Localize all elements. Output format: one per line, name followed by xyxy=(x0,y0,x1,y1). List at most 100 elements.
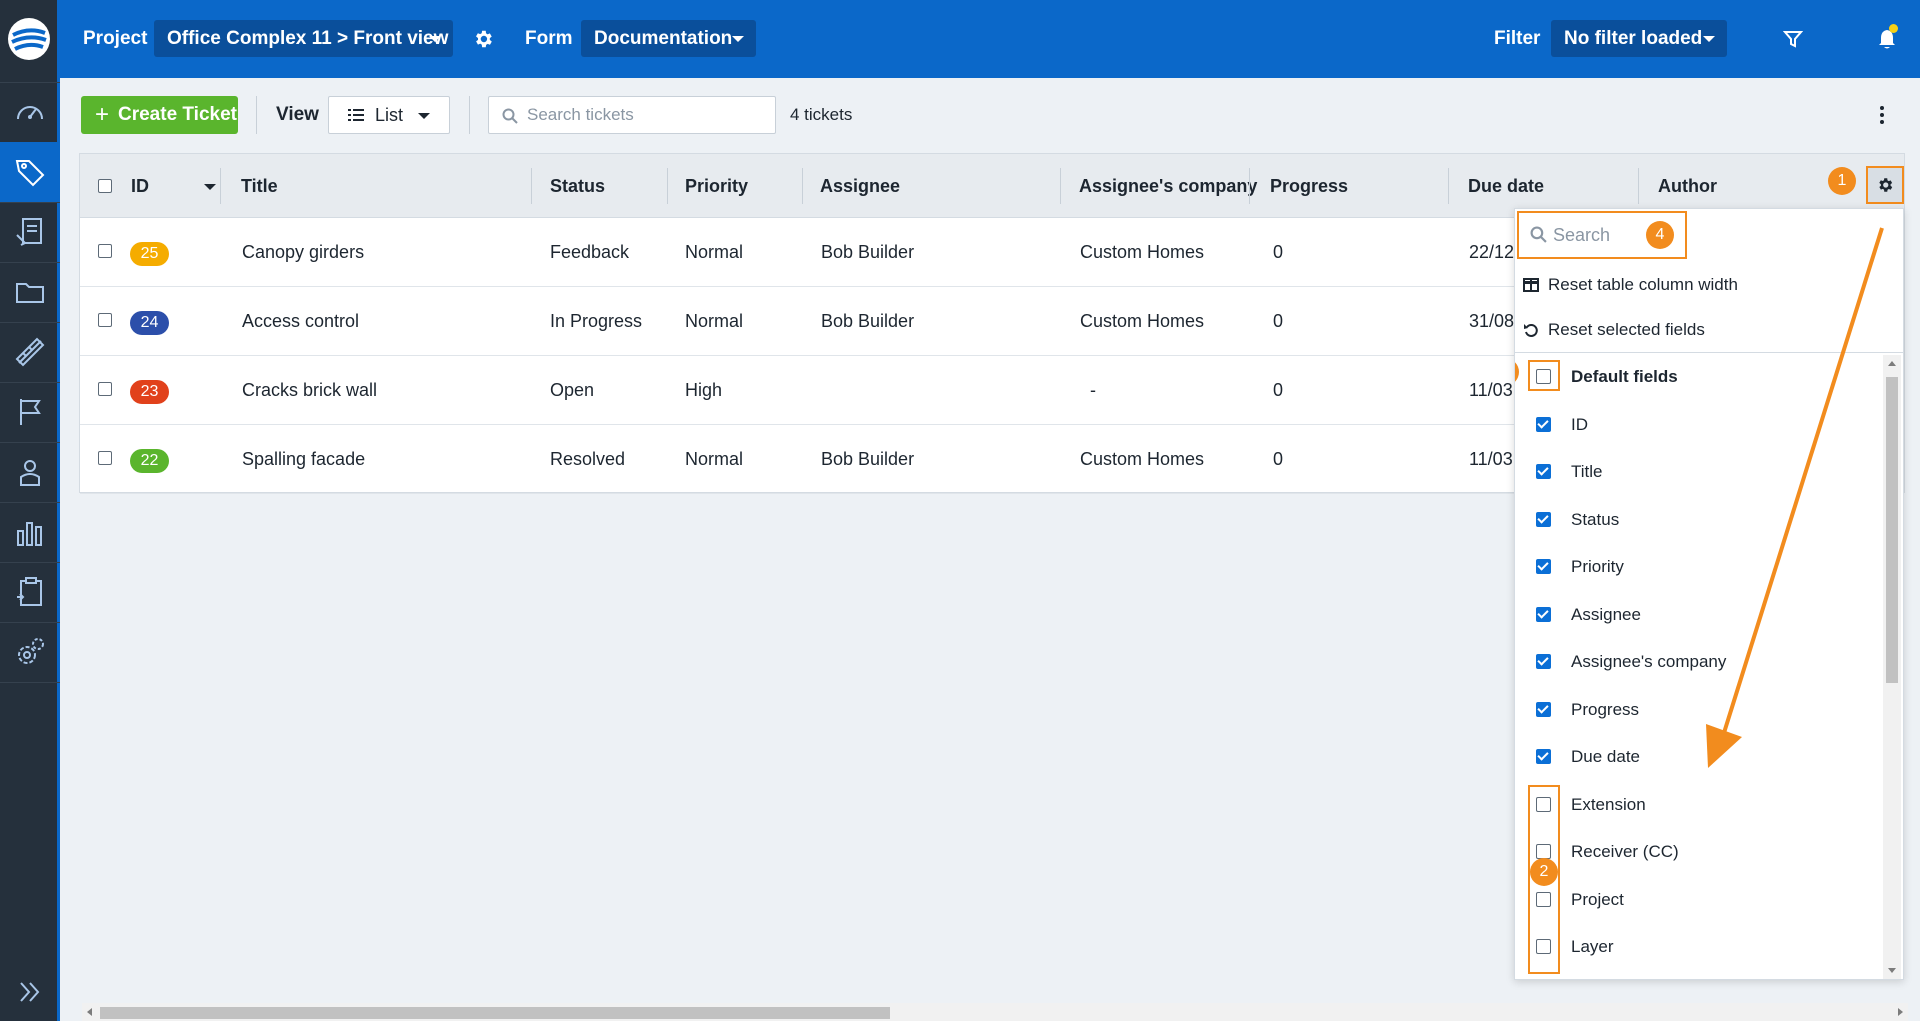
menu-scrollbar[interactable] xyxy=(1883,355,1901,979)
field-checkbox[interactable] xyxy=(1536,607,1551,622)
field-label: Due date xyxy=(1571,747,1640,766)
row-checkbox[interactable] xyxy=(98,244,112,258)
sort-down-icon[interactable] xyxy=(204,184,216,191)
sidebar-item-documents[interactable] xyxy=(0,202,60,262)
callout-marker: 4 xyxy=(1646,221,1674,249)
view-dropdown[interactable]: List xyxy=(328,96,450,134)
field-option-due-date[interactable]: Due date xyxy=(1515,733,1875,780)
cell-due-date: 22/12 xyxy=(1469,242,1515,262)
sidebar-item-folder[interactable] xyxy=(0,262,60,322)
chevron-down-icon xyxy=(418,113,430,119)
table-columns-icon xyxy=(1523,278,1539,292)
field-checkbox[interactable] xyxy=(1536,559,1551,574)
scroll-thumb[interactable] xyxy=(1886,377,1898,683)
project-settings-button[interactable] xyxy=(468,24,498,54)
toolbar-divider xyxy=(256,96,257,134)
create-ticket-button[interactable]: + Create Ticket xyxy=(81,96,238,134)
sidebar-item-reports[interactable] xyxy=(0,502,60,562)
select-all-checkbox[interactable] xyxy=(98,179,112,193)
sidebar-expand-button[interactable] xyxy=(0,962,60,1021)
cell-priority: Normal xyxy=(685,449,744,469)
sidebar-item-dashboard[interactable] xyxy=(0,82,60,142)
notifications-button[interactable] xyxy=(1872,24,1902,54)
project-dropdown[interactable]: Office Complex 11 > Front view xyxy=(154,20,453,57)
field-checkbox[interactable] xyxy=(1536,702,1551,717)
create-ticket-label: Create Ticket xyxy=(118,104,237,125)
cell-status: Feedback xyxy=(550,242,630,262)
sidebar-item-settings[interactable] xyxy=(0,622,60,682)
cell-title: Canopy girders xyxy=(242,242,365,262)
more-options-button[interactable] xyxy=(1872,104,1892,126)
row-checkbox[interactable] xyxy=(98,313,112,327)
sidebar-item-contacts[interactable] xyxy=(0,442,60,502)
field-option-id[interactable]: ID xyxy=(1515,401,1875,448)
sidebar-item-clipboard[interactable] xyxy=(0,562,60,622)
field-option-assignee[interactable]: Assignee xyxy=(1515,591,1875,638)
ticket-id-badge: 25 xyxy=(130,242,169,266)
field-option-status[interactable]: Status xyxy=(1515,496,1875,543)
search-tickets-field[interactable] xyxy=(488,96,776,134)
sidebar-item-milestones[interactable] xyxy=(0,382,60,442)
folder-icon xyxy=(16,283,44,303)
reset-selected-fields-button[interactable]: Reset selected fields xyxy=(1523,315,1705,345)
field-option-extension[interactable]: Extension xyxy=(1515,781,1875,828)
column-header-progress[interactable]: Progress xyxy=(1270,154,1348,218)
field-option-project[interactable]: Project xyxy=(1515,876,1875,923)
column-header-assignee[interactable]: Assignee xyxy=(820,154,900,218)
cell-progress: 0 xyxy=(1273,380,1284,400)
form-dropdown[interactable]: Documentation xyxy=(581,20,756,57)
field-option-layer[interactable]: Layer xyxy=(1515,923,1875,970)
scroll-thumb[interactable] xyxy=(100,1007,890,1019)
search-tickets-input[interactable] xyxy=(527,97,767,133)
field-search-input[interactable] xyxy=(1553,213,1643,257)
cell-status: Resolved xyxy=(550,449,626,469)
filter-dropdown[interactable]: No filter loaded xyxy=(1551,20,1727,57)
field-checkbox[interactable] xyxy=(1536,654,1551,669)
column-settings-button[interactable] xyxy=(1866,166,1904,204)
dashboard-icon xyxy=(17,106,43,120)
filter-button[interactable] xyxy=(1778,24,1808,54)
scroll-left-icon[interactable] xyxy=(87,1008,92,1016)
field-option-receiver[interactable]: Receiver (CC) xyxy=(1515,828,1875,875)
reset-column-width-button[interactable]: Reset table column width xyxy=(1523,270,1738,300)
cell-title: Cracks brick wall xyxy=(242,380,378,400)
scroll-right-icon[interactable] xyxy=(1898,1008,1903,1016)
row-checkbox[interactable] xyxy=(98,382,112,396)
cell-due-date: 11/03 xyxy=(1469,380,1513,400)
scroll-down-icon[interactable] xyxy=(1888,968,1896,973)
field-checkbox[interactable] xyxy=(1536,512,1551,527)
sidebar-item-measure[interactable] xyxy=(0,322,60,382)
scroll-up-icon[interactable] xyxy=(1888,361,1896,366)
form-value: Documentation xyxy=(594,28,733,49)
field-option-default[interactable]: Default fields xyxy=(1515,353,1875,400)
cell-assignee: Bob Builder xyxy=(821,449,915,469)
field-checkbox[interactable] xyxy=(1536,749,1551,764)
cell-status: Open xyxy=(550,380,595,400)
column-header-id[interactable]: ID xyxy=(131,154,216,218)
column-header-status[interactable]: Status xyxy=(550,154,605,218)
field-option-title[interactable]: Title xyxy=(1515,448,1875,495)
column-header-company[interactable]: Assignee's company xyxy=(1079,154,1257,218)
funnel-icon xyxy=(1783,31,1803,48)
reset-selected-fields-label: Reset selected fields xyxy=(1548,320,1705,339)
field-checkbox[interactable] xyxy=(1536,417,1551,432)
field-option-progress[interactable]: Progress xyxy=(1515,686,1875,733)
field-label: Default fields xyxy=(1571,367,1678,386)
column-header-priority[interactable]: Priority xyxy=(685,154,748,218)
cell-company: - xyxy=(1090,380,1096,400)
sidebar-item-tickets[interactable] xyxy=(0,142,60,202)
field-option-company[interactable]: Assignee's company xyxy=(1515,638,1875,685)
cell-status: In Progress xyxy=(550,311,643,331)
cell-progress: 0 xyxy=(1273,242,1284,262)
field-option-priority[interactable]: Priority xyxy=(1515,543,1875,590)
field-checkbox[interactable] xyxy=(1536,464,1551,479)
app-logo[interactable] xyxy=(7,17,51,61)
ticket-id-badge: 22 xyxy=(130,449,169,473)
column-header-title[interactable]: Title xyxy=(241,154,278,218)
callout-marker: 2 xyxy=(1530,858,1558,886)
cell-company: Custom Homes xyxy=(1080,242,1205,262)
documents-icon xyxy=(16,218,42,246)
top-bar: Project Office Complex 11 > Front view F… xyxy=(60,0,1920,78)
row-checkbox[interactable] xyxy=(98,451,112,465)
horizontal-scrollbar[interactable] xyxy=(82,1003,1908,1021)
